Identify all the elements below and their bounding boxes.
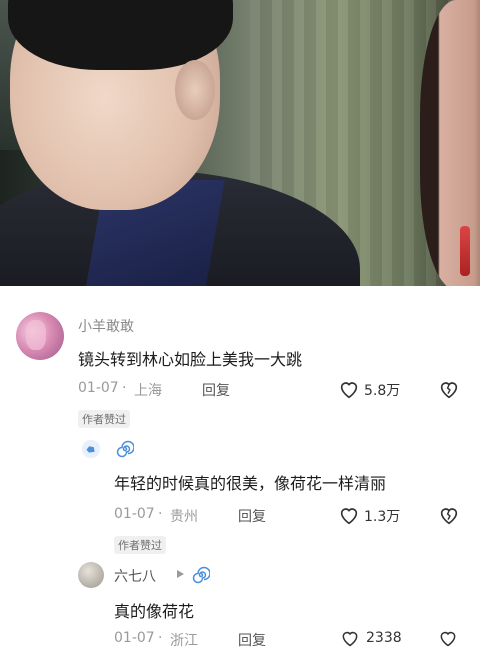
- like-bubble-icon: [81, 439, 101, 459]
- reply-button[interactable]: 回复: [238, 506, 266, 526]
- like-count: 5.8万: [364, 383, 401, 399]
- comment-username[interactable]: 小羊敢敢: [78, 316, 134, 336]
- video-frame[interactable]: [0, 0, 480, 286]
- heart-icon[interactable]: [338, 378, 360, 400]
- author-liked-badge: 作者赞过: [78, 410, 130, 428]
- comment-date: 01-07: [78, 380, 119, 396]
- comment-text: 真的像荷花: [114, 602, 195, 621]
- comment-dot: ·: [158, 506, 163, 522]
- play-arrow-icon: [177, 570, 184, 578]
- avatar[interactable]: [16, 312, 64, 360]
- reply-button[interactable]: 回复: [238, 630, 266, 650]
- spiral-badge-icon: [192, 566, 210, 584]
- comment-location: 上海: [134, 383, 162, 399]
- earring: [460, 226, 470, 276]
- heart-icon[interactable]: [340, 628, 360, 648]
- woman-figure: [420, 0, 480, 286]
- author-liked-badge: 作者赞过: [114, 536, 166, 554]
- comment-username[interactable]: 六七八: [114, 566, 156, 586]
- heart-icon[interactable]: [338, 504, 360, 526]
- broken-heart-icon[interactable]: [438, 378, 460, 400]
- like-count: 2338: [366, 630, 402, 646]
- comment-date: 01-07: [114, 630, 155, 646]
- like-count: 1.3万: [364, 509, 401, 525]
- comment-location: 浙江: [170, 633, 198, 649]
- broken-heart-icon[interactable]: [438, 628, 458, 648]
- comment-text: 镜头转到林心如脸上美我一大跳: [78, 350, 303, 369]
- comment-dot: ·: [122, 380, 127, 396]
- comment-dot: ·: [158, 630, 163, 646]
- broken-heart-icon[interactable]: [438, 504, 460, 526]
- comment-location: 贵州: [170, 509, 198, 525]
- reply-button[interactable]: 回复: [202, 380, 230, 400]
- man-ear: [175, 60, 215, 120]
- comment-text: 年轻的时候真的很美，像荷花一样清丽: [114, 474, 387, 493]
- comment-date: 01-07: [114, 506, 155, 522]
- avatar[interactable]: [78, 562, 104, 588]
- spiral-badge-icon: [116, 440, 134, 458]
